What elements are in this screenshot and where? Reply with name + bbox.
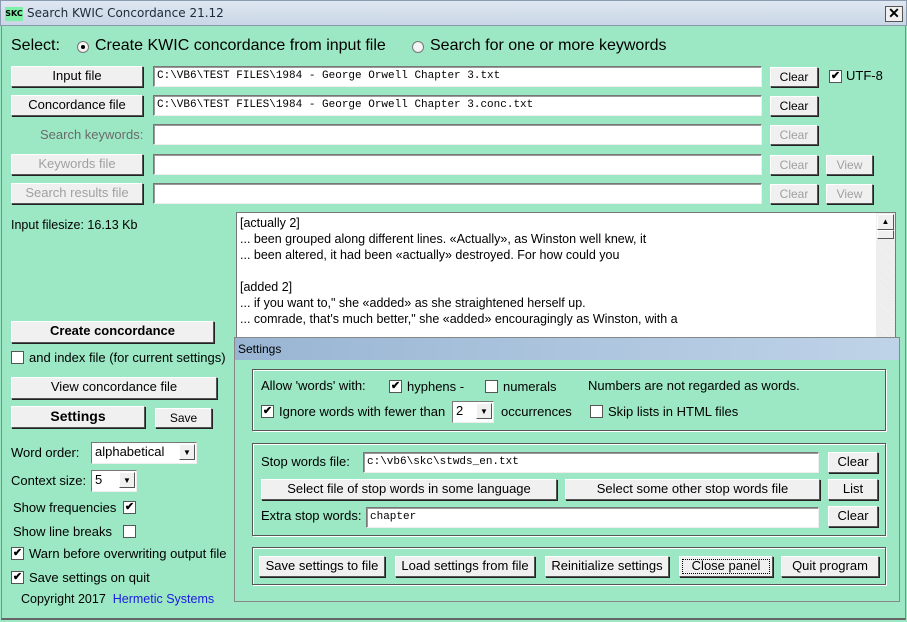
radio-search-keywords-label[interactable]: Search for one or more keywords (430, 37, 667, 55)
ignore-words-label: Ignore words with fewer than (279, 404, 446, 419)
settings-panel: Settings Allow 'words' with: ✔ hyphens -… (234, 337, 900, 602)
extra-stop-words-clear-button[interactable]: Clear (828, 506, 878, 527)
scroll-up-arrow-icon[interactable]: ▲ (877, 214, 894, 230)
word-order-label: Word order: (11, 445, 80, 460)
hyphens-label: hyphens - (407, 379, 465, 394)
show-frequencies-label: Show frequencies (13, 500, 117, 515)
settings-panel-title: Settings (235, 338, 899, 360)
show-line-breaks-label: Show line breaks (13, 524, 112, 539)
input-file-clear-button[interactable]: Clear (770, 67, 818, 87)
show-frequencies-checkbox[interactable]: ✔ (123, 501, 136, 514)
title-bar: SKC Search KWIC Concordance 21.12 ✕ (0, 0, 907, 26)
stop-words-group: Stop words file: c:\vb6\skc\stwds_en.txt… (252, 443, 886, 536)
chevron-down-icon[interactable]: ▼ (476, 403, 492, 419)
select-label: Select: (11, 37, 60, 54)
close-icon: ✕ (888, 5, 900, 21)
input-file-button[interactable]: Input file (11, 66, 143, 87)
search-keywords-clear-button[interactable]: Clear (770, 125, 818, 145)
context-size-value: 5 (95, 472, 103, 487)
min-occurrences-select[interactable]: 2 ▼ (452, 401, 494, 423)
reinitialize-settings-button[interactable]: Reinitialize settings (545, 556, 669, 577)
show-line-breaks-checkbox[interactable] (123, 525, 136, 538)
load-settings-from-file-button[interactable]: Load settings from file (395, 556, 535, 577)
stop-words-clear-button[interactable]: Clear (828, 452, 878, 473)
select-language-stop-words-button[interactable]: Select file of stop words in some langua… (261, 479, 557, 500)
index-file-label: and index file (for current settings) (29, 350, 226, 365)
output-line: ... if you want to," she «added» as she … (240, 296, 586, 310)
allow-words-label: Allow 'words' with: (261, 378, 366, 393)
extra-stop-words-label: Extra stop words: (261, 508, 362, 523)
skip-lists-label: Skip lists in HTML files (608, 404, 739, 419)
concordance-file-clear-button[interactable]: Clear (770, 96, 818, 116)
chevron-down-icon[interactable]: ▼ (119, 472, 135, 488)
word-order-select[interactable]: alphabetical ▼ (91, 442, 197, 464)
input-filesize: Input filesize: 16.13 Kb (11, 218, 138, 232)
save-button[interactable]: Save (155, 408, 212, 428)
radio-create-concordance[interactable] (77, 41, 89, 53)
output-line: [actually 2] (240, 216, 300, 230)
occurrences-label: occurrences (501, 404, 572, 419)
select-other-stop-words-button[interactable]: Select some other stop words file (565, 479, 820, 500)
output-line: ... been altered, it had been «actually»… (240, 248, 620, 262)
input-file-field[interactable]: C:\VB6\TEST FILES\1984 - George Orwell C… (153, 66, 762, 87)
chevron-down-icon[interactable]: ▼ (179, 444, 195, 460)
min-occurrences-value: 2 (456, 403, 464, 418)
word-options-group: Allow 'words' with: ✔ hyphens - numerals… (252, 369, 886, 431)
search-results-file-button[interactable]: Search results file (11, 183, 143, 204)
output-line: ... been grouped along different lines. … (240, 232, 647, 246)
concordance-file-button[interactable]: Concordance file (11, 95, 143, 116)
skip-lists-checkbox[interactable] (590, 405, 603, 418)
utf8-label: UTF-8 (846, 68, 883, 83)
radio-search-keywords[interactable] (412, 41, 424, 53)
view-concordance-button[interactable]: View concordance file (11, 377, 217, 399)
close-panel-button[interactable]: Close panel (679, 556, 773, 577)
save-settings-to-file-button[interactable]: Save settings to file (259, 556, 385, 577)
word-order-value: alphabetical (95, 444, 165, 459)
keywords-file-field[interactable] (153, 154, 762, 175)
hermetic-systems-link[interactable]: Hermetic Systems (113, 592, 214, 606)
extra-stop-words-field[interactable]: chapter (366, 507, 819, 528)
settings-button[interactable]: Settings (11, 406, 145, 428)
warn-overwrite-checkbox[interactable]: ✔ (11, 547, 24, 560)
numbers-note: Numbers are not regarded as words. (588, 378, 800, 393)
search-keywords-field[interactable] (153, 124, 762, 145)
settings-actions-group: Save settings to file Load settings from… (252, 547, 886, 585)
search-results-clear-button[interactable]: Clear (770, 184, 818, 204)
create-concordance-button[interactable]: Create concordance (11, 321, 214, 343)
stop-words-label: Stop words file: (261, 454, 350, 469)
concordance-file-field[interactable]: C:\VB6\TEST FILES\1984 - George Orwell C… (153, 95, 762, 116)
radio-create-concordance-label[interactable]: Create KWIC concordance from input file (95, 37, 386, 55)
search-keywords-label: Search keywords: (40, 127, 144, 142)
output-line: [added 2] (240, 280, 293, 294)
window-title: Search KWIC Concordance 21.12 (27, 6, 224, 20)
numerals-label: numerals (503, 379, 557, 394)
hyphens-checkbox[interactable]: ✔ (389, 380, 402, 393)
warn-overwrite-label: Warn before overwriting output file (29, 546, 227, 561)
save-on-quit-label: Save settings on quit (29, 570, 150, 585)
stop-words-field[interactable]: c:\vb6\skc\stwds_en.txt (363, 452, 819, 473)
search-results-file-field[interactable] (153, 183, 762, 204)
keywords-file-clear-button[interactable]: Clear (770, 155, 818, 175)
concordance-output[interactable]: [actually 2] ... been grouped along diff… (236, 212, 896, 342)
list-button[interactable]: List (828, 479, 878, 500)
keywords-file-button[interactable]: Keywords file (11, 154, 143, 175)
quit-program-button[interactable]: Quit program (781, 556, 879, 577)
utf8-checkbox[interactable]: ✔ (829, 70, 842, 83)
ignore-words-checkbox[interactable]: ✔ (261, 405, 274, 418)
output-line: ... comrade, that's much better," she «a… (240, 312, 678, 326)
copyright-text: Copyright 2017 Hermetic Systems (21, 592, 214, 606)
app-icon: SKC (5, 7, 23, 21)
copyright-label: Copyright 2017 (21, 592, 106, 606)
context-size-select[interactable]: 5 ▼ (91, 470, 137, 492)
save-on-quit-checkbox[interactable]: ✔ (11, 571, 24, 584)
numerals-checkbox[interactable] (485, 380, 498, 393)
close-button[interactable]: ✕ (885, 6, 903, 22)
index-file-checkbox[interactable] (11, 351, 24, 364)
context-size-label: Context size: (11, 473, 87, 488)
scroll-thumb[interactable] (877, 230, 894, 239)
search-results-view-button[interactable]: View (826, 184, 873, 204)
keywords-file-view-button[interactable]: View (826, 155, 873, 175)
